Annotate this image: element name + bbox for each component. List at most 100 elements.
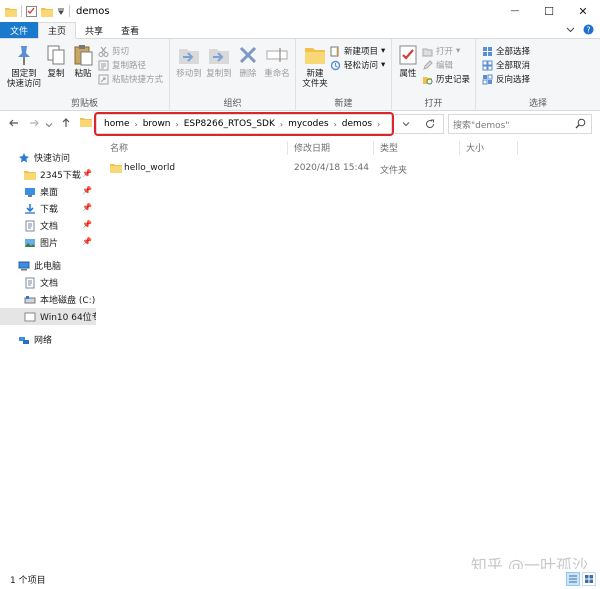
- paste-shortcut-button[interactable]: 粘贴快捷方式: [98, 73, 163, 85]
- details-view-button[interactable]: [566, 572, 580, 586]
- new-item-button[interactable]: 新建项目 ▾: [330, 45, 385, 57]
- open-group: 属性 打开 ▾ 编辑 历史记录 打开: [392, 39, 476, 111]
- minimize-icon: —: [510, 6, 520, 16]
- table-row[interactable]: hello_world 2020/4/18 15:44 文件夹: [104, 160, 584, 178]
- invert-selection-button[interactable]: 反向选择: [482, 73, 530, 85]
- sidebar-item-local-disk-c[interactable]: 本地磁盘 (C:): [0, 291, 96, 308]
- history-button[interactable]: 历史记录: [422, 73, 470, 85]
- select-none-button[interactable]: 全部取消: [482, 59, 530, 71]
- pin-label: 固定到 快速访问: [6, 69, 41, 89]
- organize-group-label: 组织: [223, 99, 242, 109]
- clipboard-group: 固定到 快速访问 复制 粘贴 剪切 复制路径 粘贴快捷方式 剪贴板: [0, 39, 170, 111]
- delete-button[interactable]: 删除: [236, 43, 260, 79]
- minimize-button[interactable]: —: [498, 0, 532, 22]
- dropdown-arrow-icon: ▾: [381, 60, 386, 70]
- copy-path-button[interactable]: 复制路径: [98, 59, 146, 71]
- close-icon: ✕: [578, 4, 588, 18]
- tab-view[interactable]: 查看: [112, 22, 148, 38]
- move-to-button[interactable]: 移动到: [174, 43, 204, 79]
- sidebar-item-label: 下载: [40, 205, 59, 215]
- help-icon[interactable]: ?: [583, 24, 594, 35]
- tab-home[interactable]: 主页: [38, 22, 77, 39]
- drive-icon: [24, 295, 36, 303]
- select-all-button[interactable]: 全部选择: [482, 45, 530, 57]
- sidebar-item-network[interactable]: 网络: [0, 331, 96, 348]
- select-group-label: 选择: [528, 99, 547, 109]
- sidebar-item-this-pc[interactable]: 此电脑: [0, 257, 96, 274]
- up-button[interactable]: [60, 117, 72, 132]
- sidebar-item-desktop[interactable]: 桌面 📌: [0, 183, 96, 200]
- file-modified: 2020/4/18 15:44: [294, 163, 369, 173]
- sidebar-item-win10-drive[interactable]: Win10 64位专: [0, 308, 101, 325]
- column-header-name[interactable]: 名称: [106, 141, 288, 155]
- sidebar-item-label: 本地磁盘 (C:): [40, 296, 96, 306]
- view-switcher: [566, 572, 596, 586]
- select-all-icon: [483, 46, 492, 56]
- cut-button[interactable]: 剪切: [98, 45, 129, 57]
- new-item-label: 新建项目: [344, 47, 379, 57]
- navigation-pane: 快速访问 2345下载 📌 桌面 📌 下载 📌 文档 📌 图片 📌 此电脑 文档…: [0, 137, 101, 567]
- new-folder-icon[interactable]: [41, 6, 53, 17]
- ribbon: 固定到 快速访问 复制 粘贴 剪切 复制路径 粘贴快捷方式 剪贴板 移动到 复制…: [0, 39, 600, 111]
- column-header-size[interactable]: 大小: [462, 141, 518, 155]
- copy-to-button[interactable]: 复制到: [204, 43, 234, 79]
- tab-share[interactable]: 共享: [76, 22, 112, 38]
- column-header-modified[interactable]: 修改日期: [290, 141, 374, 155]
- properties-icon[interactable]: [26, 5, 37, 17]
- new-group: 新建 文件夹 新建项目 ▾ 轻松访问 ▾ 新建: [296, 39, 392, 111]
- properties-label: 属性: [399, 69, 417, 79]
- up-arrow-icon: [62, 118, 70, 127]
- column-header-type[interactable]: 类型: [376, 141, 460, 155]
- properties-button[interactable]: 属性: [396, 43, 420, 79]
- document-icon: [25, 277, 35, 288]
- close-button[interactable]: ✕: [566, 0, 600, 22]
- back-button[interactable]: [8, 117, 20, 132]
- recent-locations-button[interactable]: [45, 119, 53, 132]
- customize-arrow-icon[interactable]: [57, 7, 65, 15]
- search-placeholder: 搜索"demos": [453, 120, 510, 131]
- quick-access-toolbar: [0, 0, 70, 22]
- forward-button[interactable]: [28, 117, 40, 132]
- sidebar-item-label: 网络: [34, 336, 53, 346]
- chevron-down-icon[interactable]: [566, 25, 575, 34]
- sidebar-item-pictures[interactable]: 图片 📌: [0, 234, 96, 251]
- delete-icon: [239, 46, 257, 64]
- search-input[interactable]: 搜索"demos": [448, 114, 592, 134]
- paste-shortcut-label: 粘贴快捷方式: [112, 75, 164, 85]
- sidebar-item-2345-downloads[interactable]: 2345下载 📌: [0, 166, 96, 183]
- rename-button[interactable]: 重命名: [262, 43, 292, 79]
- status-bar: 1 个项目: [0, 569, 600, 589]
- large-icons-view-button[interactable]: [582, 572, 596, 586]
- pin-quick-access-button[interactable]: 固定到 快速访问: [5, 43, 43, 89]
- computer-icon: [18, 261, 30, 270]
- maximize-button[interactable]: ☐: [532, 0, 566, 22]
- new-item-icon: [330, 46, 339, 56]
- rename-label: 重命名: [264, 69, 290, 79]
- scissors-icon: [98, 46, 109, 57]
- sidebar-item-quick-access[interactable]: 快速访问: [0, 149, 96, 166]
- edit-button[interactable]: 编辑: [422, 59, 453, 71]
- open-icon: [422, 48, 433, 56]
- organize-group: 移动到 复制到 删除 重命名 组织: [170, 39, 296, 111]
- chevron-down-icon[interactable]: [402, 120, 410, 128]
- copy-button[interactable]: 复制: [44, 43, 68, 79]
- new-folder-button[interactable]: 新建 文件夹: [300, 43, 330, 89]
- open-button[interactable]: 打开 ▾: [422, 45, 460, 57]
- new-group-label: 新建: [334, 99, 353, 109]
- item-count: 1 个项目: [10, 575, 46, 586]
- paste-shortcut-icon: [98, 74, 109, 84]
- pin-icon: 📌: [82, 203, 92, 212]
- history-label: 历史记录: [436, 75, 471, 85]
- file-type: 文件夹: [380, 166, 408, 176]
- sidebar-item-downloads[interactable]: 下载 📌: [0, 200, 96, 217]
- dropdown-arrow-icon: ▾: [456, 46, 461, 56]
- paste-button[interactable]: 粘贴: [70, 43, 96, 79]
- sidebar-item-documents[interactable]: 文档 📌: [0, 217, 96, 234]
- refresh-icon[interactable]: [425, 119, 435, 129]
- select-all-label: 全部选择: [496, 47, 531, 57]
- easy-access-button[interactable]: 轻松访问 ▾: [330, 59, 385, 71]
- copy-to-label: 复制到: [206, 69, 232, 79]
- tab-file[interactable]: 文件: [0, 22, 39, 38]
- maximize-icon: ☐: [544, 4, 554, 18]
- sidebar-item-pc-documents[interactable]: 文档: [0, 274, 96, 291]
